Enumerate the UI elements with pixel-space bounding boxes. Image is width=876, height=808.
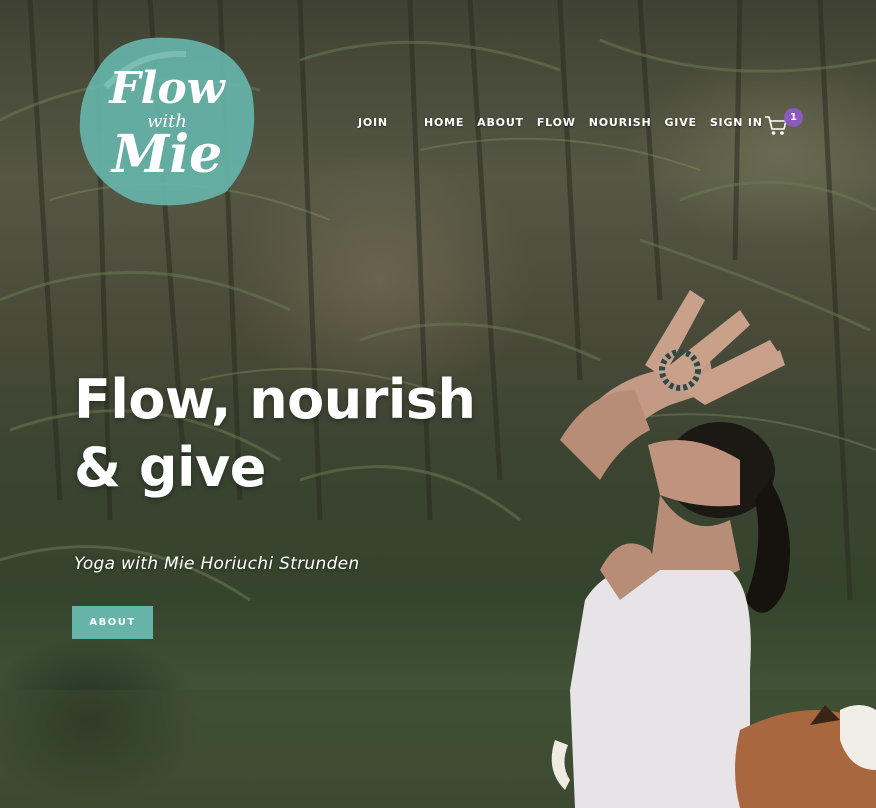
cart-count-badge: 1 <box>784 108 803 127</box>
main-navigation: JOIN HOME ABOUT FLOW NOURISH GIVE SIGN I… <box>358 116 776 129</box>
nav-item-about[interactable]: ABOUT <box>477 116 524 129</box>
logo-wordmark: Flow with Mie <box>76 32 258 210</box>
site-logo[interactable]: Flow with Mie <box>76 32 258 210</box>
logo-line-3: Mie <box>111 124 223 185</box>
hero-subtitle: Yoga with Mie Horiuchi Strunden <box>74 554 360 574</box>
nav-item-join[interactable]: JOIN <box>358 116 388 129</box>
yoga-woman-photo <box>551 290 876 808</box>
logo-line-1: Flow <box>109 63 225 114</box>
hero-title-line-2: & give <box>74 436 266 499</box>
nav-item-flow[interactable]: FLOW <box>537 116 576 129</box>
nav-item-nourish[interactable]: NOURISH <box>589 116 652 129</box>
about-button[interactable]: ABOUT <box>72 606 153 639</box>
hero-title: Flow, nourish & give <box>74 366 554 502</box>
hero-title-line-1: Flow, nourish <box>74 368 476 431</box>
nav-item-home[interactable]: HOME <box>424 116 464 129</box>
nav-item-sign-in[interactable]: SIGN IN <box>710 116 763 129</box>
cart-button[interactable]: 1 <box>764 108 804 138</box>
nav-item-give[interactable]: GIVE <box>664 116 696 129</box>
